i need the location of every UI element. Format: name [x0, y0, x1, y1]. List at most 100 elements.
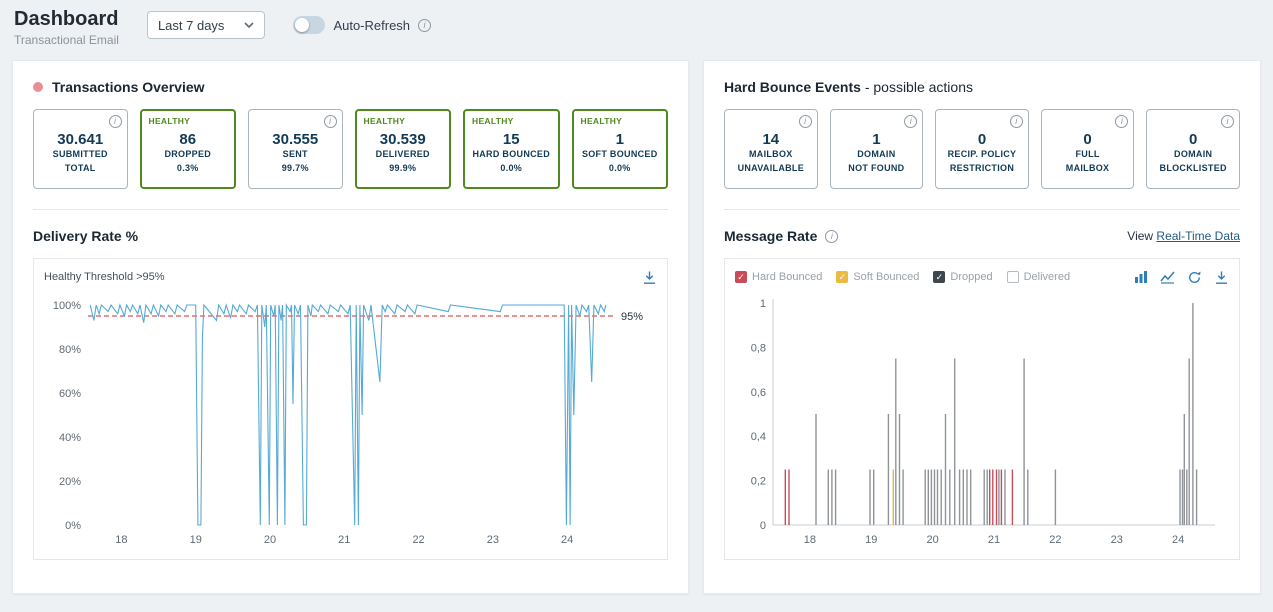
stat-card-delivered: HEALTHY 30.539 DELIVERED 99.9%	[355, 109, 452, 189]
svg-text:18: 18	[804, 534, 816, 546]
svg-text:18: 18	[115, 534, 127, 546]
bar-chart-icon[interactable]	[1134, 270, 1148, 284]
stat-value: 30.555	[272, 131, 318, 148]
page-header: Dashboard Transactional Email Last 7 day…	[0, 0, 1273, 60]
stat-card-recip-policy: 0 RECIP. POLICY RESTRICTION	[935, 109, 1029, 189]
info-icon[interactable]	[825, 230, 838, 243]
svg-text:21: 21	[338, 534, 350, 546]
transactions-cards-row: 30.641 SUBMITTED TOTAL HEALTHY 86 DROPPE…	[33, 109, 668, 189]
stat-value: 1	[872, 131, 880, 148]
page-subtitle: Transactional Email	[14, 33, 119, 47]
info-icon[interactable]	[1010, 115, 1023, 128]
download-icon[interactable]	[1214, 270, 1229, 285]
stat-card-full-mailbox: 0 FULL MAILBOX	[1041, 109, 1135, 189]
line-chart-icon[interactable]	[1160, 270, 1175, 284]
realtime-data-link[interactable]: Real-Time Data	[1156, 229, 1240, 243]
message-rate-heading: Message Rate	[724, 228, 817, 244]
healthy-badge: HEALTHY	[149, 116, 191, 126]
hard-bounce-panel: Hard Bounce Events - possible actions 14…	[703, 60, 1261, 594]
refresh-icon[interactable]	[1187, 270, 1202, 285]
hard-bounce-cards-row: 14 MAILBOX UNAVAILABLE 1 DOMAIN NOT FOUN…	[724, 109, 1240, 189]
stat-label: SENT	[283, 148, 308, 162]
stat-value: 0	[1083, 131, 1091, 148]
legend-dropped[interactable]: Dropped	[933, 271, 992, 283]
stat-label: 99.7%	[282, 162, 309, 176]
legend-label: Dropped	[950, 271, 992, 283]
legend-label: Hard Bounced	[752, 271, 822, 283]
delivery-rate-heading: Delivery Rate %	[33, 228, 138, 244]
info-icon[interactable]	[1221, 115, 1234, 128]
title-block: Dashboard Transactional Email	[14, 8, 119, 47]
stat-value: 86	[179, 131, 196, 148]
divider	[724, 209, 1240, 210]
download-icon[interactable]	[642, 270, 657, 285]
svg-text:80%: 80%	[59, 344, 81, 356]
stat-label: DROPPED	[164, 148, 211, 162]
svg-text:0,2: 0,2	[751, 476, 766, 488]
stat-label: TOTAL	[65, 162, 96, 176]
info-icon[interactable]	[109, 115, 122, 128]
stat-label: 99.9%	[389, 162, 416, 176]
checkbox-icon[interactable]	[735, 271, 747, 283]
stat-value: 30.539	[380, 131, 426, 148]
stat-label: DOMAIN	[857, 148, 895, 162]
stat-card-submitted-total: 30.641 SUBMITTED TOTAL	[33, 109, 128, 189]
svg-text:23: 23	[487, 534, 499, 546]
toggle-knob	[295, 18, 309, 32]
legend-delivered[interactable]: Delivered	[1007, 271, 1070, 283]
stat-value: 1	[616, 131, 624, 148]
svg-text:95%: 95%	[621, 311, 643, 323]
svg-text:19: 19	[190, 534, 202, 546]
transactions-overview-heading: Transactions Overview	[52, 79, 205, 95]
stat-label: NOT FOUND	[848, 162, 904, 176]
checkbox-icon[interactable]	[836, 271, 848, 283]
view-label: View	[1127, 229, 1153, 243]
message-rate-plot: 00,20,40,60,8118192021222324	[733, 289, 1227, 551]
svg-text:20: 20	[926, 534, 938, 546]
info-icon[interactable]	[418, 19, 431, 32]
stat-card-domain-not-found: 1 DOMAIN NOT FOUND	[830, 109, 924, 189]
stat-label: HARD BOUNCED	[472, 148, 550, 162]
svg-text:40%: 40%	[59, 432, 81, 444]
stat-label: MAILBOX	[749, 148, 793, 162]
svg-text:19: 19	[865, 534, 877, 546]
stat-label: SOFT BOUNCED	[582, 148, 658, 162]
svg-text:0,4: 0,4	[751, 431, 766, 443]
stat-value: 14	[762, 131, 779, 148]
chevron-down-icon	[244, 22, 254, 29]
date-range-select[interactable]: Last 7 days	[147, 11, 266, 39]
divider	[33, 209, 668, 210]
checkbox-icon[interactable]	[933, 271, 945, 283]
info-icon[interactable]	[904, 115, 917, 128]
svg-text:0%: 0%	[65, 520, 81, 532]
stat-card-sent: 30.555 SENT 99.7%	[248, 109, 343, 189]
stat-card-mailbox-unavailable: 14 MAILBOX UNAVAILABLE	[724, 109, 818, 189]
stat-value: 15	[503, 131, 520, 148]
stat-value: 0	[978, 131, 986, 148]
svg-text:23: 23	[1111, 534, 1123, 546]
svg-text:20: 20	[264, 534, 276, 546]
delivery-rate-chart: Healthy Threshold >95% 0%20%40%60%80%100…	[33, 258, 668, 560]
legend-hard-bounced[interactable]: Hard Bounced	[735, 271, 822, 283]
healthy-badge: HEALTHY	[364, 116, 406, 126]
auto-refresh-control: Auto-Refresh	[293, 16, 431, 34]
auto-refresh-toggle[interactable]	[293, 16, 325, 34]
stat-value: 30.641	[57, 131, 103, 148]
info-icon[interactable]	[1115, 115, 1128, 128]
svg-text:0: 0	[760, 520, 766, 532]
stat-label: UNAVAILABLE	[738, 162, 804, 176]
checkbox-icon[interactable]	[1007, 271, 1019, 283]
svg-text:21: 21	[988, 534, 1000, 546]
legend-label: Soft Bounced	[853, 271, 919, 283]
stat-card-hard-bounced: HEALTHY 15 HARD BOUNCED 0.0%	[463, 109, 560, 189]
stat-label: BLOCKLISTED	[1160, 162, 1227, 176]
stat-value: 0	[1189, 131, 1197, 148]
svg-text:0,6: 0,6	[751, 387, 766, 399]
svg-text:60%: 60%	[59, 388, 81, 400]
info-icon[interactable]	[324, 115, 337, 128]
healthy-badge: HEALTHY	[472, 116, 514, 126]
healthy-threshold-label: Healthy Threshold >95%	[44, 271, 165, 283]
info-icon[interactable]	[799, 115, 812, 128]
stat-label: RESTRICTION	[950, 162, 1014, 176]
legend-soft-bounced[interactable]: Soft Bounced	[836, 271, 919, 283]
